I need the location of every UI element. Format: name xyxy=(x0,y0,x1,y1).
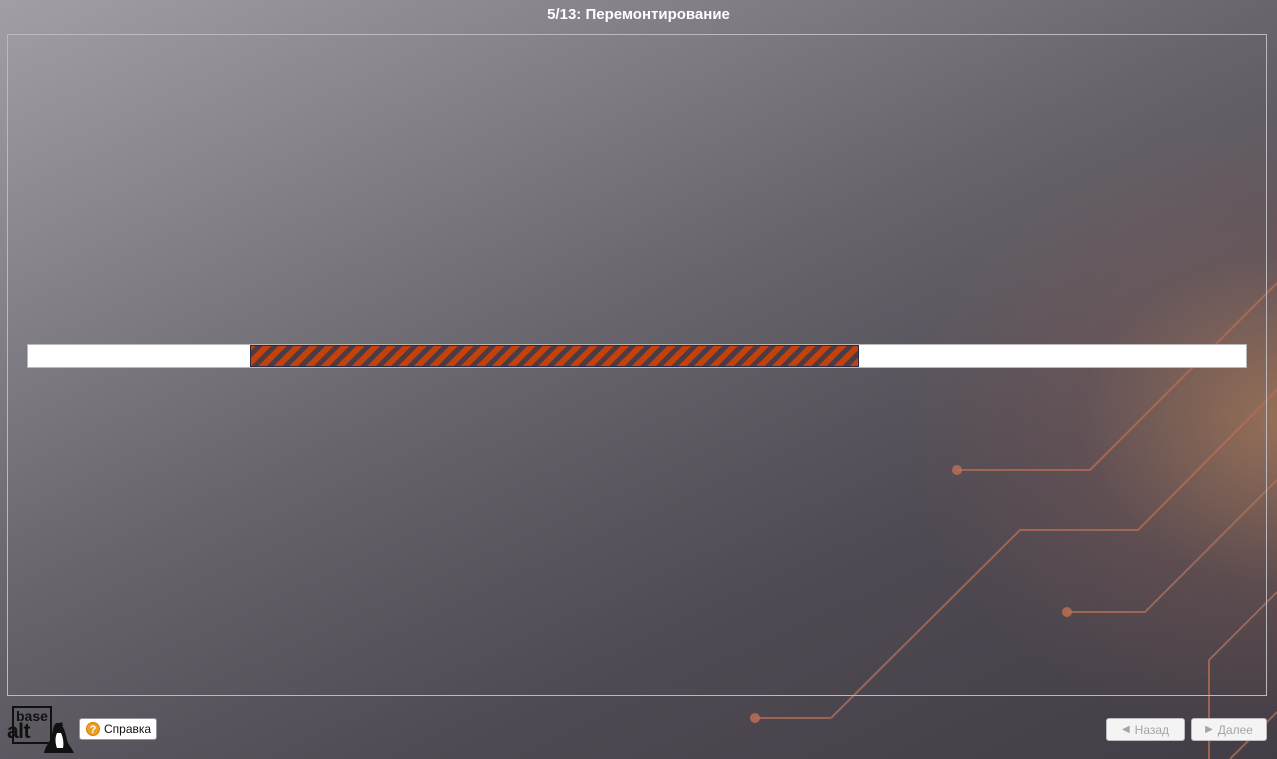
basealt-logo: base alt xyxy=(6,705,76,755)
help-button-label: Справка xyxy=(104,722,152,736)
logo-text-alt: alt xyxy=(7,720,31,743)
chevron-right-icon: ▶ xyxy=(1205,724,1213,735)
progress-bar-indicator xyxy=(250,345,859,367)
next-button[interactable]: ▶ Далее xyxy=(1191,718,1267,741)
chevron-left-icon: ◀ xyxy=(1121,724,1130,735)
help-button[interactable]: ? Справка xyxy=(79,718,157,740)
back-button[interactable]: ◀ Назад xyxy=(1106,718,1185,741)
penguin-icon xyxy=(44,722,74,753)
progress-bar xyxy=(27,344,1247,368)
next-button-label: Далее xyxy=(1217,722,1253,737)
question-icon: ? xyxy=(86,722,100,736)
page-title: 5/13: Перемонтирование xyxy=(547,6,730,23)
back-button-label: Назад xyxy=(1134,722,1170,737)
